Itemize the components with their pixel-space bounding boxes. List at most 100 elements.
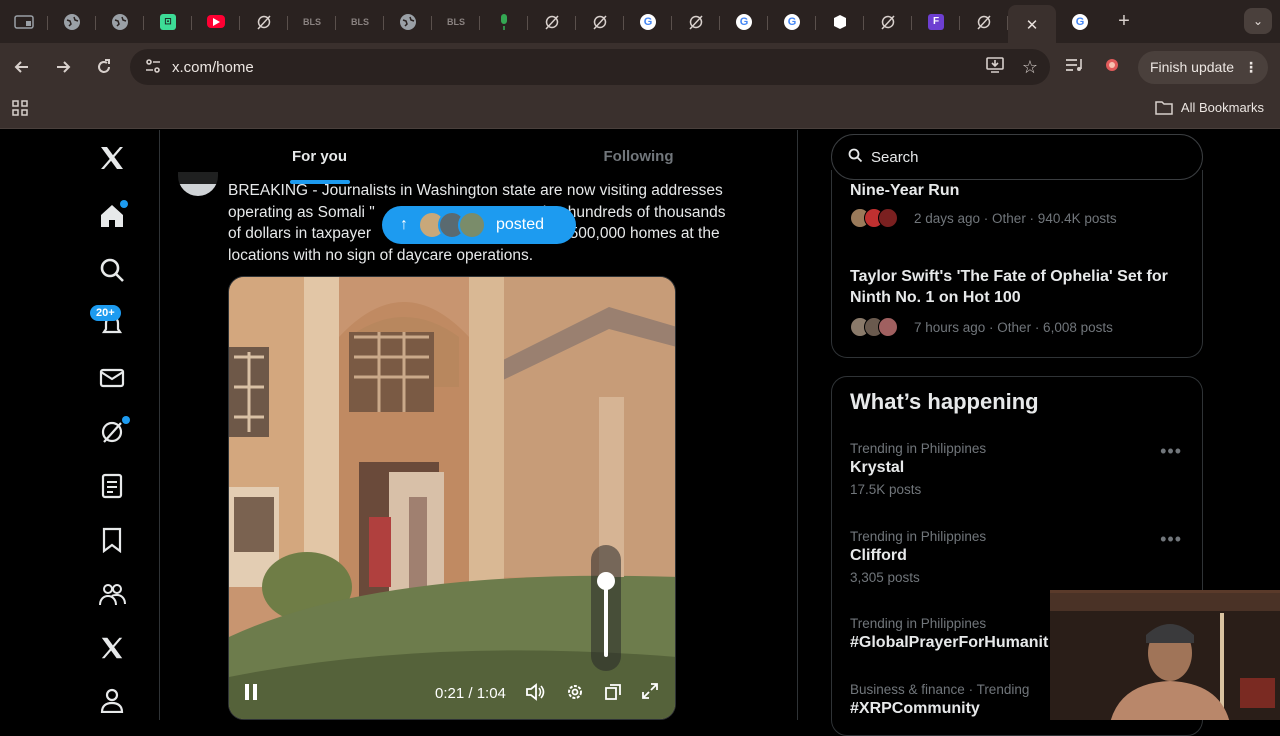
browser-tab[interactable] [960,5,1008,39]
grok-icon [688,14,704,30]
browser-tab[interactable] [0,5,48,39]
browser-tab[interactable] [240,5,288,39]
browser-tab[interactable] [96,5,144,39]
explore-search-icon[interactable] [96,254,128,286]
reload-button[interactable] [85,48,123,86]
browser-tab[interactable] [576,5,624,39]
back-button[interactable] [3,48,41,86]
left-navigation: 20+ [0,130,160,720]
install-app-icon[interactable] [986,56,1004,78]
back-arrow-icon [14,61,28,73]
globe-icon [400,13,416,30]
site-settings-icon[interactable] [138,58,168,77]
browser-tab[interactable] [48,5,96,39]
tab-following[interactable]: Following [479,130,797,184]
trend-item[interactable]: Trending in Philippines Krystal 17.5K po… [850,441,1190,497]
new-posts-pill[interactable]: ↑ posted [382,206,576,244]
active-browser-tab[interactable]: ✕ [1008,4,1056,45]
trend-name: Clifford [850,547,907,564]
more-options-icon[interactable]: ••• [1160,441,1182,462]
tab-for-you[interactable]: For you [160,130,479,184]
lists-icon[interactable] [96,470,128,502]
finish-update-button[interactable]: Finish update ⋮ [1137,50,1268,84]
bookmarks-icon[interactable] [96,524,128,556]
browser-tab[interactable] [864,5,912,39]
address-bar[interactable]: x.com/home ☆ [130,49,1050,85]
browser-tab[interactable]: G [768,5,816,39]
globe-icon [112,13,128,30]
x-premium-icon[interactable] [96,632,128,664]
mic-icon [496,13,512,30]
browser-tab[interactable]: G [1056,5,1104,39]
grok-icon[interactable] [96,416,130,448]
fullscreen-icon[interactable] [641,682,659,705]
poster-avatar [458,211,486,239]
news-item-meta: 2 days ago · Other · 940.4K posts [850,208,1117,228]
timeline-feed: For you Following BREAKING - Journalists… [160,130,798,720]
cube-icon [832,14,848,30]
pause-button[interactable] [243,683,259,706]
browser-tab[interactable] [672,5,720,39]
browser-tab[interactable]: G [624,5,672,39]
trend-item[interactable]: Trending in Philippines Clifford 3,305 p… [850,529,1190,585]
browser-tab[interactable]: BLS [336,5,384,39]
search-input[interactable] [871,148,1171,166]
close-tab-icon[interactable]: ✕ [1026,16,1039,34]
volume-slider[interactable] [591,545,621,671]
search-box[interactable] [831,134,1203,180]
browser-tab[interactable]: G [720,5,768,39]
grok-unread-dot [122,416,130,424]
webcam-person-image [1050,593,1280,720]
tweet-line-4: locations with no sign of daycare operat… [228,246,534,264]
finish-update-label: Finish update [1149,59,1234,75]
tweet-line-3b: $500,000 homes at the [561,225,720,242]
volume-track [604,580,608,657]
app-f-icon: F [928,13,944,30]
forward-arrow-icon [57,61,71,73]
media-controls-icon[interactable] [1062,57,1086,78]
all-bookmarks-button[interactable]: All Bookmarks [1155,100,1264,115]
volume-icon[interactable] [525,682,545,707]
browser-tab[interactable] [528,5,576,39]
browser-tab[interactable] [192,5,240,39]
news-item-title[interactable]: Nine-Year Run [850,180,1190,201]
url-text[interactable]: x.com/home [172,59,254,76]
browser-tab[interactable]: F [912,5,960,39]
tab-search-chevron-icon[interactable]: ⌄ [1244,8,1272,34]
news-box: Nine-Year Run 2 days ago · Other · 940.4… [831,170,1203,358]
extension-icon[interactable] [1100,56,1124,79]
communities-icon[interactable] [96,578,128,610]
video-controls: 0:21 / 1:04 [229,669,675,719]
home-icon[interactable] [96,200,128,232]
browser-tab[interactable]: ⊡ [144,5,192,39]
more-options-icon[interactable]: ••• [1160,529,1182,550]
tweet-video-player[interactable]: 0:21 / 1:04 [228,276,676,720]
bookmarks-bar: All Bookmarks [0,91,1280,129]
profile-icon[interactable] [96,684,128,716]
messages-icon[interactable] [96,362,128,394]
browser-tab[interactable]: BLS [432,5,480,39]
browser-tab[interactable] [384,5,432,39]
search-icon [848,148,863,167]
globe-icon [64,13,80,30]
volume-knob[interactable] [597,571,615,590]
browser-tab[interactable] [816,5,864,39]
whats-happening-title: What’s happening [850,389,1039,414]
browser-tab[interactable]: BLS [288,5,336,39]
news-item-title[interactable]: Taylor Swift's 'The Fate of Ophelia' Set… [850,266,1190,308]
youtube-icon [207,15,225,28]
bookmark-star-icon[interactable]: ☆ [1022,57,1038,78]
x-logo-icon[interactable] [96,142,128,174]
video-settings-gear-icon[interactable] [565,682,585,707]
notifications-badge: 20+ [90,305,121,321]
browser-tab[interactable] [480,5,528,39]
news-meta-text: 2 days ago · Other · 940.4K posts [914,210,1117,226]
picture-in-picture-icon[interactable] [603,682,623,707]
posted-label: posted [496,216,545,233]
trend-name: Krystal [850,459,905,476]
feed-tabs: For you Following [160,130,797,184]
new-tab-button[interactable]: + [1104,10,1144,33]
apps-grid-icon[interactable] [12,100,28,121]
forward-button[interactable] [44,48,82,86]
google-icon: G [640,13,656,30]
